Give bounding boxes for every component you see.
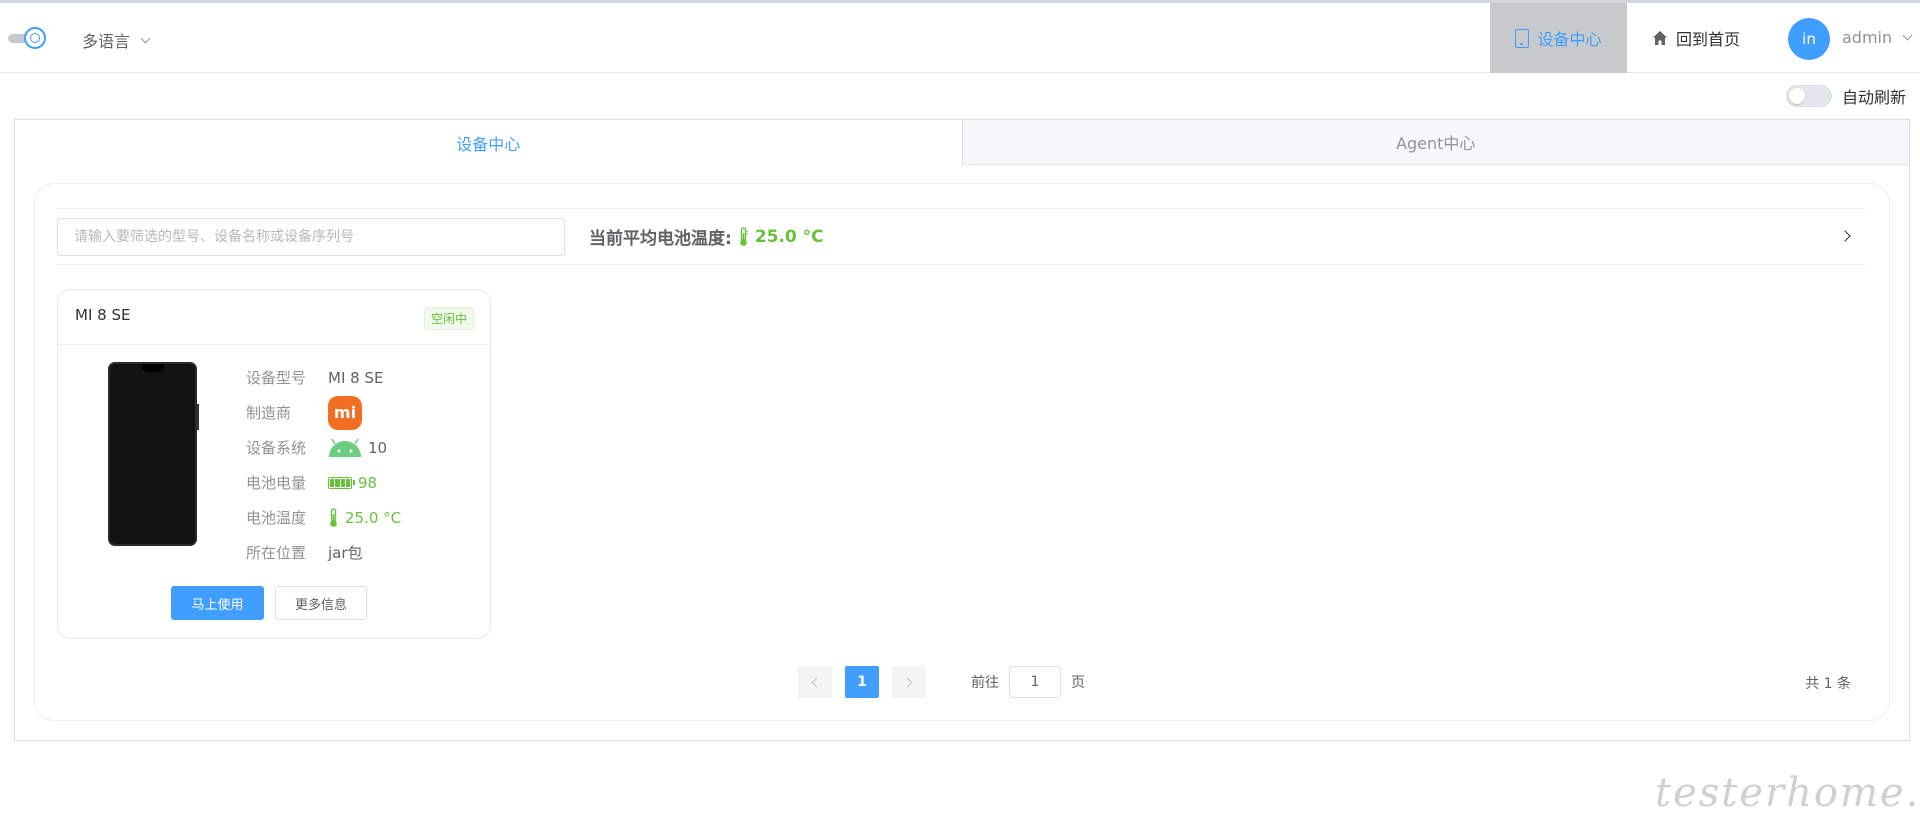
pagination: 1 xyxy=(798,666,926,698)
language-dropdown[interactable]: 多语言 xyxy=(82,28,151,52)
goto-prefix: 前往 xyxy=(971,675,999,691)
phone-notch xyxy=(142,364,164,372)
avatar[interactable]: in xyxy=(1788,18,1830,60)
nav-device-center-label: 设备中心 xyxy=(1537,30,1602,49)
info-row-location: 所在位置 jar包 xyxy=(246,535,401,570)
info-value: 25.0 °C xyxy=(328,507,402,528)
info-row-os: 设备系统 10 xyxy=(246,430,401,465)
language-label: 多语言 xyxy=(82,32,131,51)
tablet-icon xyxy=(1515,28,1530,48)
watermark: testerhome.com xyxy=(1655,770,1920,816)
prev-page-button[interactable] xyxy=(798,666,832,698)
page-number-1[interactable]: 1 xyxy=(845,666,879,698)
goto-suffix: 页 xyxy=(1071,675,1085,691)
theme-toggle-knob xyxy=(24,27,46,49)
xiaomi-logo: mi xyxy=(328,395,362,430)
auto-refresh-switch-knob xyxy=(1789,88,1805,104)
info-label: 设备型号 xyxy=(246,369,307,387)
tab-agent-center[interactable]: Agent中心 xyxy=(961,120,1909,165)
status-badge: 空闲中 xyxy=(423,307,474,330)
thermometer-icon xyxy=(330,507,337,527)
nav-device-center[interactable]: 设备中心 xyxy=(1490,3,1627,73)
tab-device-center[interactable]: 设备中心 xyxy=(15,120,962,165)
auto-refresh-label: 自动刷新 xyxy=(1842,88,1907,107)
chevron-down-icon xyxy=(140,33,151,43)
battery-icon xyxy=(328,476,355,489)
info-value: MI 8 SE xyxy=(328,368,384,387)
android-icon xyxy=(329,438,361,457)
os-version: 10 xyxy=(368,438,388,457)
user-menu[interactable]: admin xyxy=(1842,28,1913,47)
chevron-down-icon xyxy=(1902,30,1913,41)
sun-icon xyxy=(30,33,40,43)
phone-side-button xyxy=(197,404,199,430)
phone-image xyxy=(108,362,199,546)
auto-refresh-switch[interactable] xyxy=(1786,85,1832,107)
avatar-text: in xyxy=(1802,30,1816,48)
info-row-temperature: 电池温度 25.0 °C xyxy=(246,500,401,535)
home-icon xyxy=(1653,31,1667,45)
info-label: 所在位置 xyxy=(246,544,307,562)
device-name: MI 8 SE xyxy=(75,306,131,324)
info-row-battery: 电池电量 98 xyxy=(246,465,401,500)
nav-home[interactable]: 回到首页 xyxy=(1652,3,1740,73)
info-row-model: 设备型号 MI 8 SE xyxy=(246,360,401,395)
info-value: 98 xyxy=(328,474,377,492)
next-page-button[interactable] xyxy=(892,666,926,698)
use-now-button[interactable]: 马上使用 xyxy=(171,586,264,620)
device-card-header: MI 8 SE 空闲中 xyxy=(58,290,490,345)
username: admin xyxy=(1842,28,1893,47)
avg-temp-value: 25.0 °C xyxy=(754,226,824,247)
battery-temperature: 25.0 °C xyxy=(345,508,402,527)
info-label: 制造商 xyxy=(246,404,292,422)
info-label: 电池电量 xyxy=(246,474,307,492)
page-jump: 前往 页 xyxy=(971,666,1085,698)
info-value: 10 xyxy=(328,438,387,458)
chevron-left-icon xyxy=(811,677,822,687)
avg-temp-label: 当前平均电池温度: xyxy=(589,229,732,249)
filter-bar: 当前平均电池温度: 25.0 °C xyxy=(57,208,1865,265)
page-jump-input[interactable] xyxy=(1009,666,1061,698)
info-value: jar包 xyxy=(328,544,363,562)
top-nav-bar: 多语言 设备中心 回到首页 in admin xyxy=(0,3,1920,73)
chevron-right-icon[interactable] xyxy=(1839,230,1851,242)
search-input[interactable] xyxy=(57,218,565,256)
total-count: 共 1 条 xyxy=(1805,676,1851,692)
info-row-manufacturer: 制造商 mi xyxy=(246,395,401,430)
more-info-button[interactable]: 更多信息 xyxy=(275,586,367,620)
device-list-container: 当前平均电池温度: 25.0 °C MI 8 SE 空闲中 xyxy=(34,183,1890,721)
device-info-list: 设备型号 MI 8 SE 制造商 mi 设备系统 10 电池电量 98 电池温度… xyxy=(246,360,401,570)
battery-level: 98 xyxy=(358,473,378,492)
chevron-right-icon xyxy=(902,677,913,687)
auto-refresh-control: 自动刷新 xyxy=(1786,84,1906,108)
main-panel: 设备中心 Agent中心 当前平均电池温度: 25.0 °C MI 8 SE xyxy=(14,119,1910,741)
tab-bar: 设备中心 Agent中心 xyxy=(15,120,1909,165)
nav-home-label: 回到首页 xyxy=(1676,30,1741,49)
device-card: MI 8 SE 空闲中 设备型号 MI 8 SE 制造商 mi 设备系统 10 … xyxy=(57,289,491,639)
theme-toggle[interactable] xyxy=(8,27,48,49)
info-label: 电池温度 xyxy=(246,509,307,527)
info-value: mi xyxy=(328,395,362,430)
thermometer-icon xyxy=(740,226,748,246)
info-label: 设备系统 xyxy=(246,439,307,457)
average-temperature: 当前平均电池温度: 25.0 °C xyxy=(589,224,824,250)
